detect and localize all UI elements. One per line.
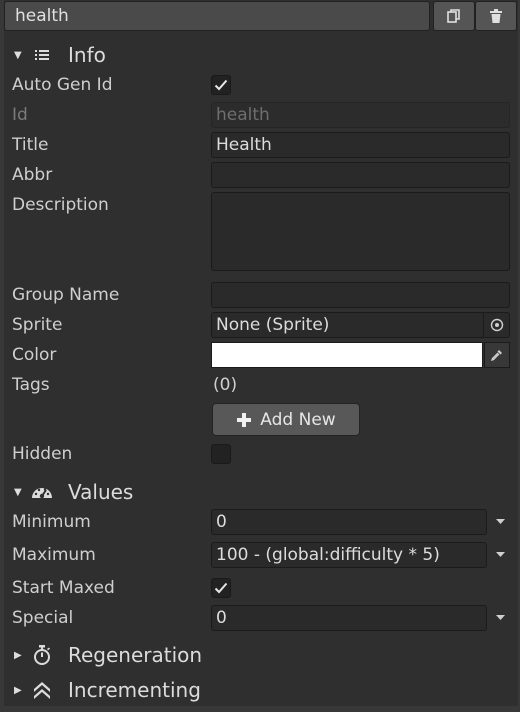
start-maxed-label: Start Maxed [12,578,115,598]
double-chevron-up-icon [28,680,56,700]
collapsed-triangle-icon: ▶ [14,649,22,661]
title-label: Title [12,135,49,155]
gauge-icon [28,484,56,500]
special-field[interactable]: 0 [211,605,487,631]
description-field[interactable] [211,192,510,271]
hidden-label: Hidden [12,444,73,464]
minimum-label: Minimum [12,512,91,532]
section-title: Info [68,43,106,67]
title-field[interactable]: Health [211,132,510,158]
expanded-triangle-icon: ▼ [14,49,22,61]
duplicate-button[interactable] [433,1,475,31]
trash-icon [490,9,502,23]
values-section-header[interactable]: ▼ Values [14,477,133,507]
special-dropdown[interactable] [493,605,507,631]
add-new-button[interactable]: Add New [212,403,360,436]
add-new-label: Add New [260,409,336,430]
color-label: Color [12,345,57,365]
plus-icon [237,412,252,427]
auto-gen-id-label: Auto Gen Id [12,75,113,95]
expanded-triangle-icon: ▼ [14,486,22,498]
tags-label: Tags [12,375,50,395]
panel-bottom-divider [4,706,518,712]
group-name-field[interactable] [211,282,510,308]
maximum-field[interactable]: 100 - (global:difficulty * 5) [211,542,487,568]
checkmark-icon [214,582,228,594]
incrementing-section-header[interactable]: ▶ Incrementing [14,675,201,705]
minimum-field[interactable]: 0 [211,509,487,535]
info-section-header[interactable]: ▼ Info [14,40,106,70]
section-title: Regeneration [68,643,203,667]
group-name-label: Group Name [12,285,120,305]
id-field: health [211,102,510,128]
abbr-label: Abbr [12,165,53,185]
dropdown-arrow-icon [495,519,505,524]
special-label: Special [12,608,74,628]
maximum-dropdown[interactable] [493,542,507,568]
eyedropper-button[interactable] [484,342,510,368]
sprite-label: Sprite [12,315,63,335]
id-label: Id [12,105,28,125]
description-label: Description [12,195,109,215]
dropdown-arrow-icon [495,615,505,620]
stopwatch-icon [28,645,56,665]
auto-gen-id-checkbox[interactable] [211,75,231,95]
hidden-checkbox[interactable] [211,444,231,464]
start-maxed-checkbox[interactable] [211,578,231,598]
abbr-field[interactable] [211,162,510,188]
sprite-field[interactable]: None (Sprite) [211,312,510,338]
maximum-label: Maximum [12,545,96,565]
color-swatch[interactable] [211,342,483,368]
name-field[interactable]: health [4,1,430,31]
sprite-value: None (Sprite) [216,315,330,335]
dropdown-arrow-icon [495,552,505,557]
section-title: Values [68,480,134,504]
checkmark-icon [214,79,228,91]
delete-button[interactable] [475,1,517,31]
tags-count: (0) [213,375,238,395]
object-picker-icon [490,318,503,332]
duplicate-icon [447,9,460,23]
object-picker-button[interactable] [483,313,509,337]
list-icon [28,49,56,61]
regeneration-section-header[interactable]: ▶ Regeneration [14,640,202,670]
collapsed-triangle-icon: ▶ [14,684,22,696]
eyedropper-icon [490,350,502,362]
minimum-dropdown[interactable] [493,509,507,535]
section-title: Incrementing [68,678,201,702]
